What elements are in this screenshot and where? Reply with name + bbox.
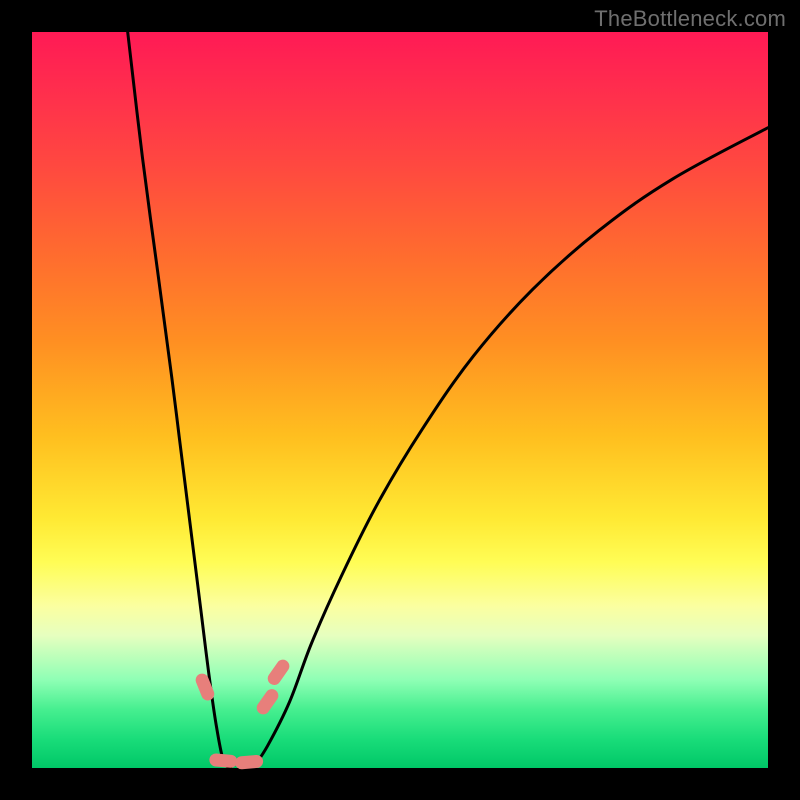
curve-right-branch [253, 128, 768, 768]
chart-stage: TheBottleneck.com [0, 0, 800, 800]
marker-right-lower [254, 687, 281, 717]
marker-right-upper [265, 657, 292, 687]
plot-area [32, 32, 768, 768]
chart-svg [32, 32, 768, 768]
curve-left-branch [128, 32, 231, 768]
watermark-text: TheBottleneck.com [594, 6, 786, 32]
marker-valley-right [235, 754, 264, 769]
marker-valley-left [209, 753, 238, 768]
marker-left-upper [194, 672, 217, 703]
